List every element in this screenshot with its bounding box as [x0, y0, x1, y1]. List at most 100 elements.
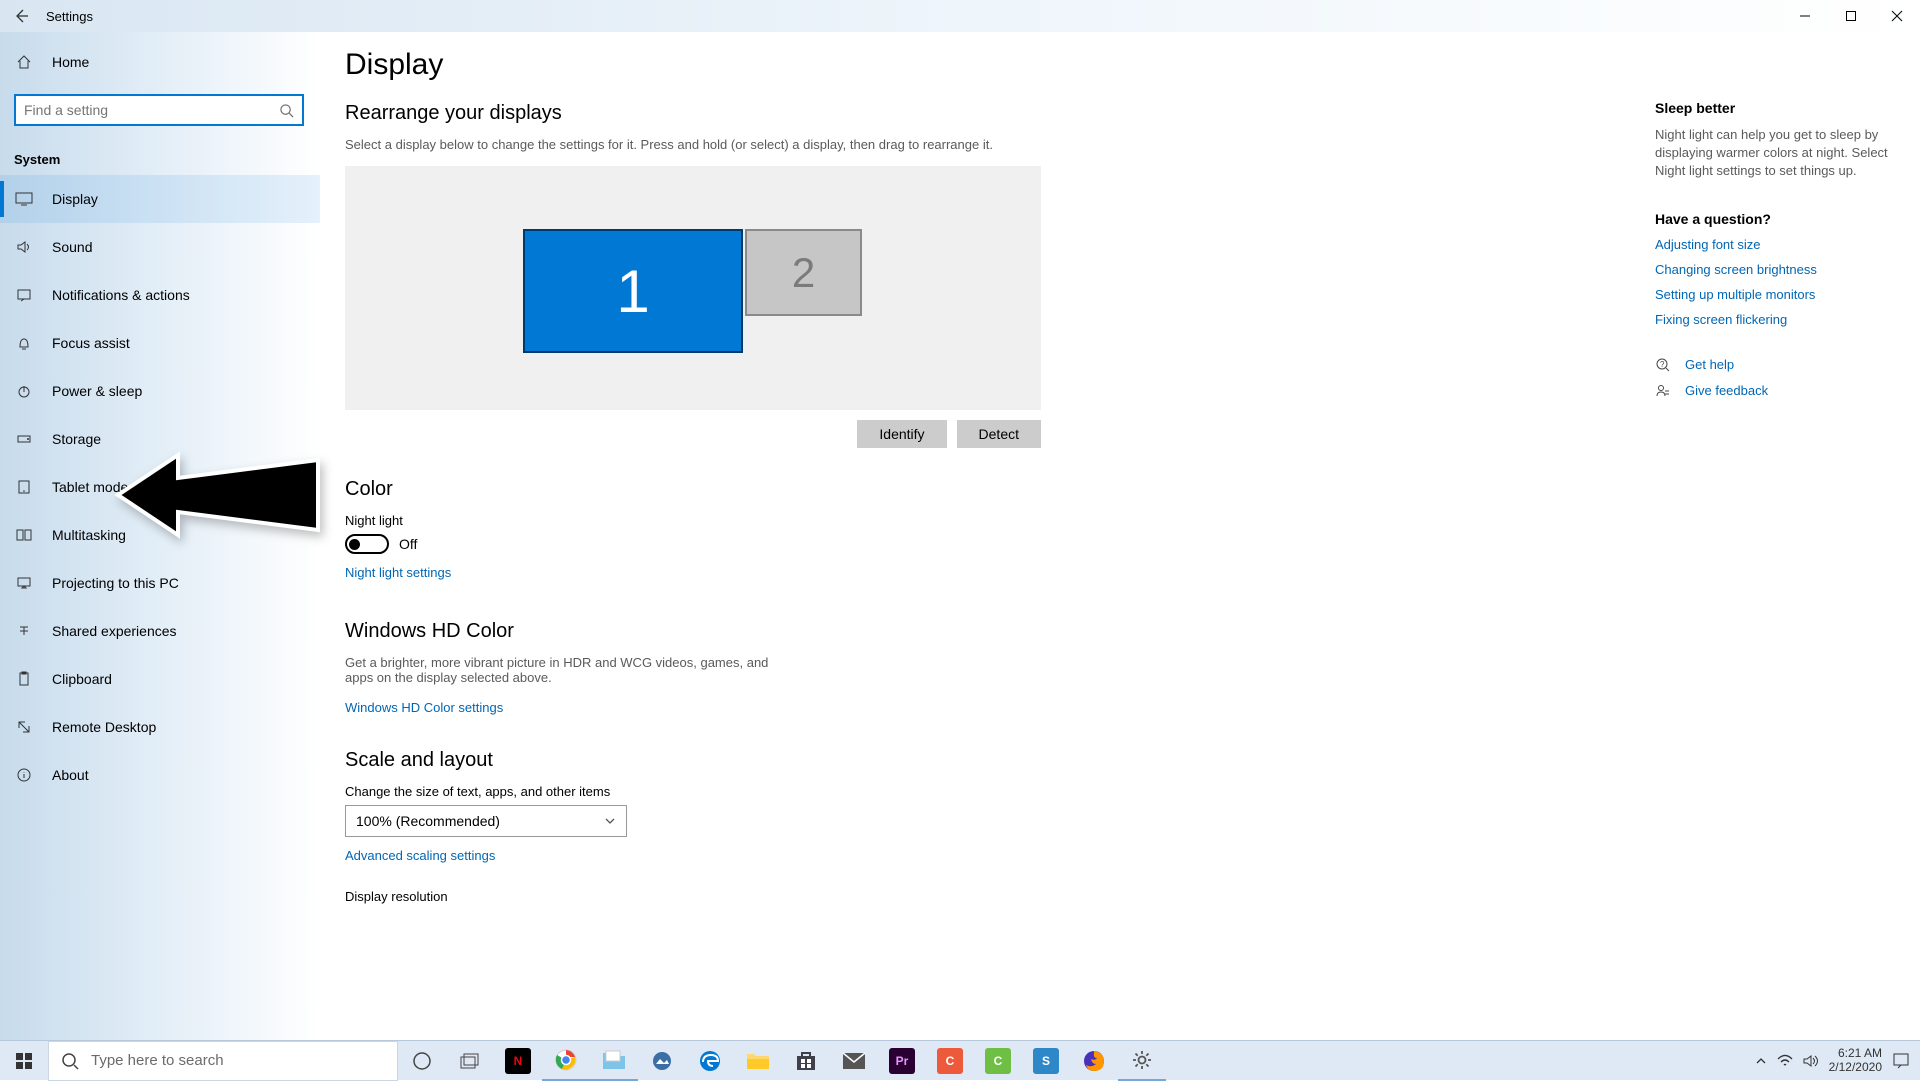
app-chrome[interactable]: [542, 1041, 590, 1081]
nav-label: Storage: [52, 431, 101, 447]
app-camtasia-rec[interactable]: C: [926, 1041, 974, 1081]
close-button[interactable]: [1874, 0, 1920, 32]
help-link-flickering[interactable]: Fixing screen flickering: [1655, 312, 1900, 327]
monitor-1[interactable]: 1: [523, 229, 743, 353]
detect-button[interactable]: Detect: [957, 420, 1041, 448]
wifi-icon[interactable]: [1777, 1054, 1793, 1068]
action-center-icon[interactable]: [1892, 1052, 1910, 1070]
nav-label: Multitasking: [52, 527, 126, 543]
identify-button[interactable]: Identify: [857, 420, 946, 448]
back-arrow-icon: [13, 8, 29, 24]
get-help-link[interactable]: ? Get help: [1655, 357, 1900, 373]
snagit-icon: S: [1033, 1048, 1059, 1074]
multitasking-icon: [14, 527, 34, 543]
cortana-icon: [412, 1051, 432, 1071]
nav-display[interactable]: Display: [0, 175, 320, 223]
app-edge[interactable]: [686, 1041, 734, 1081]
files-icon: [601, 1049, 627, 1071]
monitor-2[interactable]: 2: [745, 229, 862, 316]
task-view-button[interactable]: [446, 1041, 494, 1081]
power-icon: [14, 383, 34, 399]
nav-remote-desktop[interactable]: Remote Desktop: [0, 703, 320, 751]
notifications-icon: [14, 287, 34, 303]
nav-label: Shared experiences: [52, 623, 177, 639]
app-netflix[interactable]: N: [494, 1041, 542, 1081]
help-link-monitors[interactable]: Setting up multiple monitors: [1655, 287, 1900, 302]
sleep-better-text: Night light can help you get to sleep by…: [1655, 126, 1900, 181]
scale-label: Change the size of text, apps, and other…: [345, 784, 1660, 799]
app-explorer[interactable]: [734, 1041, 782, 1081]
app-photos[interactable]: [638, 1041, 686, 1081]
nav-label: Clipboard: [52, 671, 112, 687]
app-firefox[interactable]: [1070, 1041, 1118, 1081]
get-help-label: Get help: [1685, 357, 1734, 372]
have-question-title: Have a question?: [1655, 211, 1900, 227]
nav-power-sleep[interactable]: Power & sleep: [0, 367, 320, 415]
nav-notifications[interactable]: Notifications & actions: [0, 271, 320, 319]
firefox-icon: [1082, 1049, 1106, 1073]
taskbar-search[interactable]: Type here to search: [48, 1041, 398, 1081]
start-button[interactable]: [0, 1041, 48, 1081]
sound-icon: [14, 239, 34, 255]
app-settings[interactable]: [1118, 1041, 1166, 1081]
edge-icon: [698, 1049, 722, 1073]
app-camtasia[interactable]: C: [974, 1041, 1022, 1081]
tablet-icon: [14, 479, 34, 495]
help-link-brightness[interactable]: Changing screen brightness: [1655, 262, 1900, 277]
give-feedback-link[interactable]: Give feedback: [1655, 383, 1900, 399]
night-light-toggle[interactable]: [345, 534, 389, 554]
nav-sound[interactable]: Sound: [0, 223, 320, 271]
rearrange-title: Rearrange your displays: [345, 102, 1660, 125]
nav-storage[interactable]: Storage: [0, 415, 320, 463]
taskbar: Type here to search N Pr C C S 6:21 AM 2…: [0, 1040, 1920, 1080]
display-buttons: Identify Detect: [345, 420, 1041, 448]
sleep-better-title: Sleep better: [1655, 100, 1900, 116]
help-link-font-size[interactable]: Adjusting font size: [1655, 237, 1900, 252]
chrome-icon: [554, 1048, 578, 1072]
nav-clipboard[interactable]: Clipboard: [0, 655, 320, 703]
search-icon: [61, 1052, 79, 1070]
advanced-scaling-link[interactable]: Advanced scaling settings: [345, 848, 495, 863]
about-icon: [14, 767, 34, 783]
tray-chevron-up-icon[interactable]: [1755, 1055, 1767, 1067]
sidebar: Home System Display Sound Notifications …: [0, 32, 320, 1040]
nav-multitasking[interactable]: Multitasking: [0, 511, 320, 559]
night-light-settings-link[interactable]: Night light settings: [345, 565, 451, 580]
nav-focus-assist[interactable]: Focus assist: [0, 319, 320, 367]
storage-icon: [14, 431, 34, 447]
search-input[interactable]: [24, 102, 279, 118]
cortana-button[interactable]: [398, 1041, 446, 1081]
maximize-button[interactable]: [1828, 0, 1874, 32]
nav-shared-experiences[interactable]: Shared experiences: [0, 607, 320, 655]
app-files[interactable]: [590, 1041, 638, 1081]
nav-home[interactable]: Home: [0, 40, 320, 84]
toggle-knob: [349, 539, 360, 550]
scale-dropdown[interactable]: 100% (Recommended): [345, 805, 627, 837]
svg-text:?: ?: [1660, 360, 1665, 369]
back-button[interactable]: [0, 0, 42, 32]
folder-icon: [746, 1051, 770, 1071]
app-mail[interactable]: [830, 1041, 878, 1081]
nav-tablet-mode[interactable]: Tablet mode: [0, 463, 320, 511]
hd-color-settings-link[interactable]: Windows HD Color settings: [345, 700, 503, 715]
task-view-icon: [460, 1053, 480, 1069]
nav-label: Power & sleep: [52, 383, 142, 399]
app-premiere[interactable]: Pr: [878, 1041, 926, 1081]
give-feedback-label: Give feedback: [1685, 383, 1768, 398]
monitor-1-label: 1: [616, 257, 649, 326]
shared-icon: [14, 623, 34, 639]
nav-projecting[interactable]: Projecting to this PC: [0, 559, 320, 607]
app-snagit[interactable]: S: [1022, 1041, 1070, 1081]
minimize-button[interactable]: [1782, 0, 1828, 32]
remote-desktop-icon: [14, 719, 34, 735]
search-box[interactable]: [14, 94, 304, 126]
display-arrangement-area[interactable]: 1 2: [345, 166, 1041, 410]
tray-clock[interactable]: 6:21 AM 2/12/2020: [1829, 1047, 1882, 1075]
premiere-icon: Pr: [889, 1048, 915, 1074]
volume-icon[interactable]: [1803, 1054, 1819, 1068]
sidebar-section-label: System: [0, 136, 320, 175]
nav-about[interactable]: About: [0, 751, 320, 799]
app-store[interactable]: [782, 1041, 830, 1081]
display-icon: [14, 192, 34, 206]
nav-label: Projecting to this PC: [52, 575, 179, 591]
